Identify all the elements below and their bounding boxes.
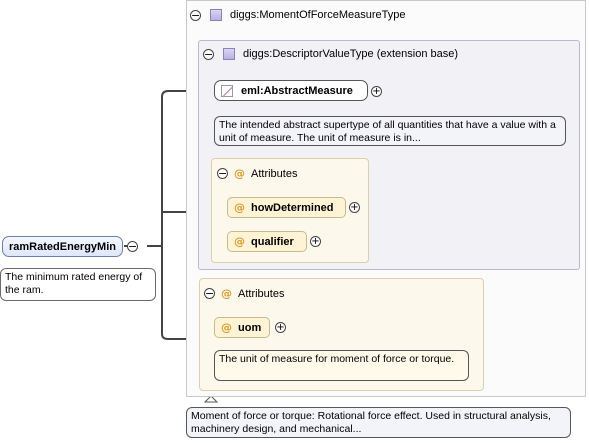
attribute-icon: @: [234, 167, 245, 180]
abstract-measure-doc: The intended abstract supertype of all q…: [214, 116, 566, 146]
attribute-label: uom: [238, 321, 262, 334]
attribute-icon: @: [221, 287, 232, 300]
attribute-uom[interactable]: @ uom: [214, 317, 270, 338]
abstract-element-icon: [221, 84, 233, 97]
collapse-attributes-toggle[interactable]: −: [217, 168, 228, 179]
expand-abstract-button[interactable]: +: [371, 86, 382, 97]
attribute-icon: @: [234, 235, 245, 248]
expand-how-determined-button[interactable]: +: [349, 202, 360, 213]
root-element-doc: The minimum rated energy of the ram.: [0, 268, 156, 301]
collapse-type-toggle[interactable]: −: [190, 9, 201, 21]
root-element-ram-rated-energy-min[interactable]: ramRatedEnergyMin: [2, 236, 123, 257]
collapse-attributes-toggle[interactable]: −: [204, 288, 215, 299]
type-doc: Moment of force or torque: Rotational fo…: [186, 407, 571, 438]
attribute-icon: @: [234, 201, 245, 214]
expand-uom-button[interactable]: +: [275, 322, 286, 333]
attributes-label: Attributes: [251, 167, 298, 180]
attribute-qualifier[interactable]: @ qualifier: [227, 231, 307, 252]
expand-qualifier-button[interactable]: +: [310, 236, 321, 247]
attribute-icon: @: [221, 321, 232, 334]
attribute-label: howDetermined: [251, 201, 334, 214]
uom-doc: The unit of measure for moment of force …: [214, 350, 469, 381]
collapse-root-toggle[interactable]: −: [127, 241, 138, 252]
abstract-measure-element[interactable]: eml:AbstractMeasure: [214, 80, 368, 101]
abstract-element-label: eml:AbstractMeasure: [241, 84, 353, 97]
attribute-label: qualifier: [251, 235, 294, 248]
attributes-label: Attributes: [238, 287, 285, 300]
type-title: diggs:MomentOfForceMeasureType: [230, 9, 406, 21]
collapse-extension-toggle[interactable]: −: [203, 48, 214, 60]
root-element-label: ramRatedEnergyMin: [9, 240, 116, 253]
extension-title: diggs:DescriptorValueType (extension bas…: [243, 48, 459, 60]
complex-type-icon: [223, 48, 235, 60]
attribute-how-determined[interactable]: @ howDetermined: [227, 197, 346, 218]
complex-type-icon: [210, 9, 222, 21]
